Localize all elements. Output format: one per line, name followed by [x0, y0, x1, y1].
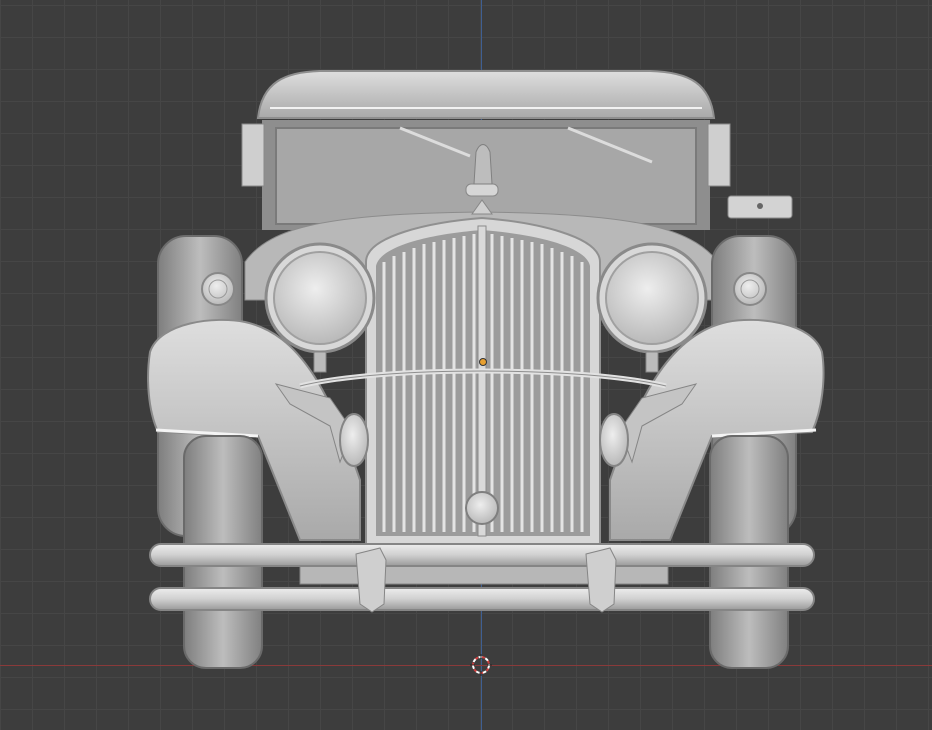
object-origin[interactable]: [479, 358, 487, 366]
left-pillar: [241, 123, 265, 187]
side-mirror: [727, 195, 793, 219]
grille-emblem: [465, 491, 499, 525]
roof: [256, 70, 716, 119]
right-side-lamp: [733, 272, 767, 306]
3d-viewport[interactable]: [0, 0, 932, 730]
3d-cursor-icon[interactable]: [470, 654, 492, 676]
car-model[interactable]: [0, 0, 932, 730]
radiator-grille: [365, 216, 601, 545]
left-side-lamp: [201, 272, 235, 306]
right-pillar: [707, 123, 731, 187]
